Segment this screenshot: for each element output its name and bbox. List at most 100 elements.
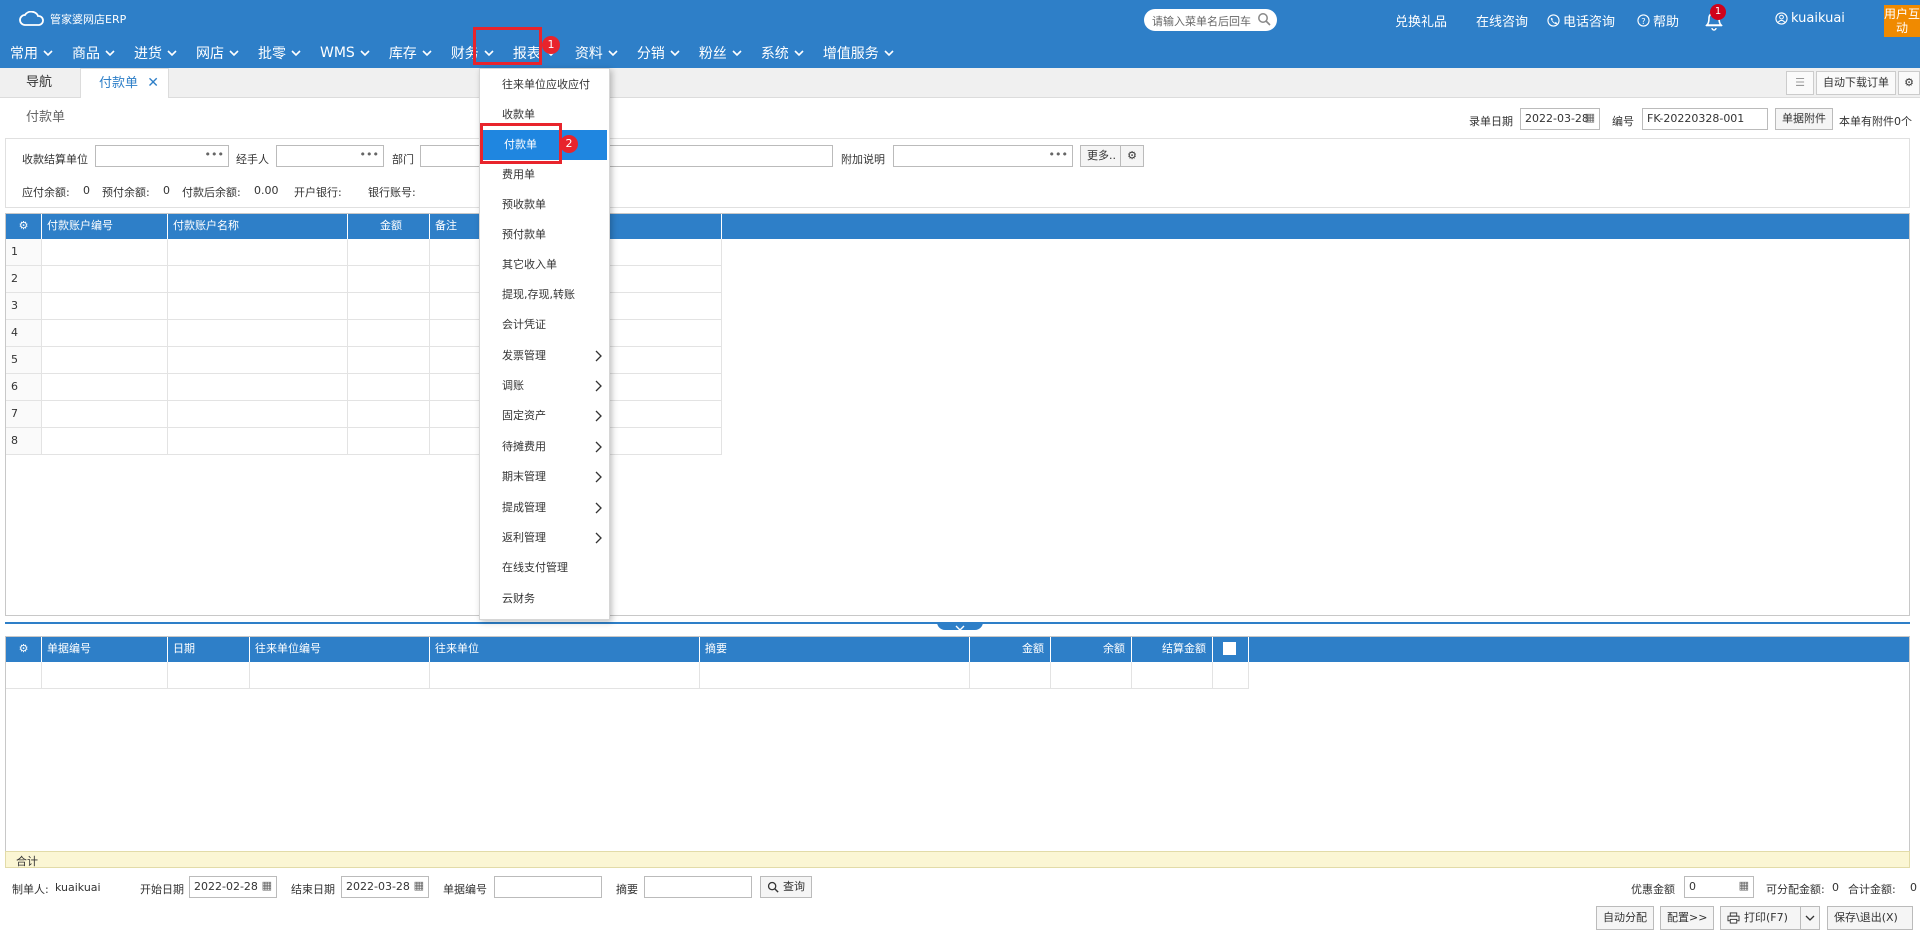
auto-allocate-button[interactable]: 自动分配: [1596, 906, 1654, 930]
menu-purchase[interactable]: 进货: [124, 38, 186, 68]
grid-cell[interactable]: [168, 374, 348, 401]
grid-cell[interactable]: [348, 266, 430, 293]
end-date-field[interactable]: 2022-03-28 ▦: [341, 876, 429, 898]
calculator-icon[interactable]: ▦: [1739, 879, 1749, 892]
dropdown-item-18[interactable]: 云财务: [480, 584, 609, 614]
calendar-icon[interactable]: ▦: [414, 879, 424, 892]
user-interact-button[interactable]: 用户互动: [1884, 5, 1920, 37]
menu-wholesale[interactable]: 批零: [248, 38, 310, 68]
menu-distribution[interactable]: 分销: [627, 38, 689, 68]
calendar-icon[interactable]: ▦: [262, 879, 272, 892]
grid-settings-gear-icon[interactable]: ⚙: [6, 214, 42, 239]
menu-value-added[interactable]: 增值服务: [813, 38, 903, 68]
print-options-dropdown[interactable]: [1800, 906, 1820, 930]
attachment-button[interactable]: 单据附件: [1775, 108, 1833, 130]
gift-link[interactable]: 兑换礼品: [1395, 11, 1447, 30]
col-doc-number[interactable]: 单据编号: [42, 637, 168, 662]
online-consult-link[interactable]: 在线咨询: [1476, 11, 1528, 30]
doc-number-field[interactable]: [494, 876, 602, 898]
department-field[interactable]: [420, 145, 480, 167]
select-all-checkbox[interactable]: [1213, 637, 1249, 662]
form-settings-gear-icon[interactable]: ⚙: [1120, 145, 1144, 167]
splitter-toggle[interactable]: [937, 622, 983, 631]
grid-cell[interactable]: [42, 401, 168, 428]
grid-cell[interactable]: [348, 347, 430, 374]
query-button[interactable]: 查询: [760, 876, 812, 898]
tab-navigation[interactable]: 导航: [0, 68, 78, 98]
grid-cell[interactable]: [348, 239, 430, 266]
grid-cell[interactable]: [168, 293, 348, 320]
grid-cell[interactable]: [348, 374, 430, 401]
extra-note-field[interactable]: •••: [893, 145, 1073, 167]
menu-goods[interactable]: 商品: [62, 38, 124, 68]
grid-cell[interactable]: [42, 347, 168, 374]
dropdown-item-13[interactable]: 待摊费用: [480, 432, 609, 462]
user-menu[interactable]: kuaikuai: [1775, 11, 1845, 26]
grid-cell[interactable]: [168, 239, 348, 266]
menu-wms[interactable]: WMS: [310, 38, 379, 68]
col-partner-code[interactable]: 往来单位编号: [250, 637, 430, 662]
more-dots-icon[interactable]: •••: [1049, 148, 1068, 161]
dropdown-item-9[interactable]: 会计凭证: [480, 310, 609, 340]
dropdown-item-8[interactable]: 提现,存现,转账: [480, 280, 609, 310]
grid-cell[interactable]: [168, 320, 348, 347]
auto-download-button[interactable]: 自动下载订单: [1816, 71, 1896, 95]
phone-consult-link[interactable]: 电话咨询: [1547, 11, 1615, 30]
dropdown-item-6[interactable]: 预付款单: [480, 220, 609, 250]
grid-cell[interactable]: [42, 428, 168, 455]
grid-cell[interactable]: [168, 401, 348, 428]
entry-date-field[interactable]: 2022-03-28 ▦: [1520, 108, 1600, 130]
app-logo[interactable]: 管家婆网店ERP: [18, 11, 126, 27]
dropdown-item-17[interactable]: 在线支付管理: [480, 553, 609, 583]
more-dots-icon[interactable]: •••: [360, 148, 379, 161]
menu-eshop[interactable]: 网店: [186, 38, 248, 68]
grid-cell[interactable]: [42, 293, 168, 320]
grid-cell[interactable]: [42, 320, 168, 347]
grid-cell[interactable]: [168, 347, 348, 374]
payee-field[interactable]: •••: [95, 145, 229, 167]
search-icon[interactable]: [1257, 12, 1271, 26]
col-balance[interactable]: 余额: [1051, 637, 1132, 662]
summary-field[interactable]: [608, 145, 833, 167]
grid-cell[interactable]: [348, 428, 430, 455]
help-link[interactable]: ? 帮助: [1637, 11, 1679, 30]
col-account-name[interactable]: 付款账户名称: [168, 214, 348, 239]
menu-common[interactable]: 常用: [0, 38, 62, 68]
print-button[interactable]: 打印(F7): [1720, 906, 1801, 930]
grid-cell[interactable]: [42, 239, 168, 266]
menu-system[interactable]: 系统: [751, 38, 813, 68]
menu-data[interactable]: 资料: [565, 38, 627, 68]
close-icon[interactable]: ✕: [147, 69, 159, 98]
dropdown-item-1[interactable]: 往来单位应收应付: [480, 70, 609, 100]
menu-search-input[interactable]: 请输入菜单名后回车: [1144, 9, 1277, 31]
dropdown-item-4[interactable]: 费用单: [480, 160, 609, 190]
menu-inventory[interactable]: 库存: [379, 38, 441, 68]
grid-cell[interactable]: [168, 428, 348, 455]
more-dots-icon[interactable]: •••: [205, 148, 224, 161]
grid-cell[interactable]: [42, 374, 168, 401]
col-account-code[interactable]: 付款账户编号: [42, 214, 168, 239]
col-partner[interactable]: 往来单位: [430, 637, 700, 662]
dropdown-item-16[interactable]: 返利管理: [480, 523, 609, 553]
grid-settings-gear-icon[interactable]: ⚙: [6, 637, 42, 662]
grid-cell[interactable]: [348, 293, 430, 320]
col-settle-amount[interactable]: 结算金额: [1132, 637, 1213, 662]
more-button[interactable]: 更多..: [1080, 145, 1123, 167]
list-icon[interactable]: ☰: [1786, 71, 1814, 95]
grid-cell[interactable]: [348, 401, 430, 428]
dropdown-item-15[interactable]: 提成管理: [480, 493, 609, 523]
col-amount[interactable]: 金额: [970, 637, 1051, 662]
dropdown-item-11[interactable]: 调账: [480, 371, 609, 401]
footer-summary-field[interactable]: [644, 876, 752, 898]
save-exit-button[interactable]: 保存\退出(X): [1827, 906, 1913, 930]
tab-payment-voucher[interactable]: 付款单 ✕: [80, 68, 169, 98]
settings-gear-icon[interactable]: ⚙: [1898, 71, 1920, 95]
grid-cell[interactable]: [168, 266, 348, 293]
dropdown-item-14[interactable]: 期末管理: [480, 462, 609, 492]
discount-field[interactable]: 0 ▦: [1684, 876, 1754, 898]
dropdown-item-12[interactable]: 固定资产: [480, 401, 609, 431]
dropdown-item-7[interactable]: 其它收入单: [480, 250, 609, 280]
menu-fans[interactable]: 粉丝: [689, 38, 751, 68]
col-amount[interactable]: 金额: [348, 214, 430, 239]
grid-cell[interactable]: [348, 320, 430, 347]
